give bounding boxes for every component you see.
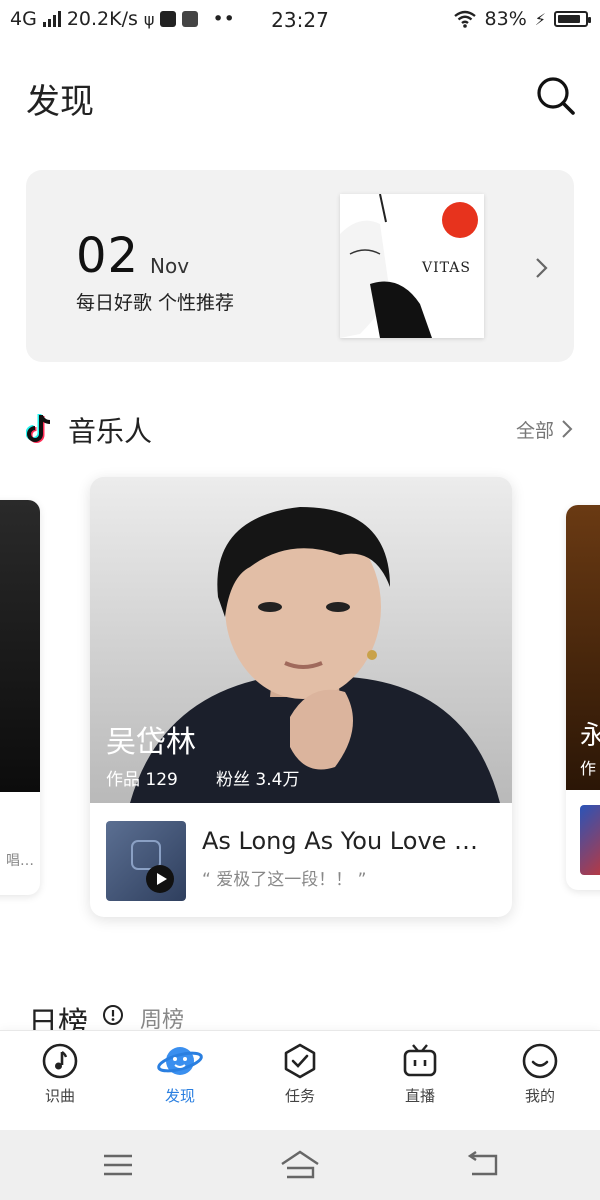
nav-item-me[interactable]: 我的 — [480, 1041, 600, 1131]
artist-works-count: 作品 129 — [106, 770, 178, 790]
musicians-section-header: 音乐人 全部 — [26, 410, 574, 450]
page-title: 发现 — [26, 82, 94, 122]
musicians-more-link[interactable]: 全部 — [516, 416, 554, 443]
search-icon — [537, 77, 575, 115]
home-icon[interactable] — [278, 1150, 322, 1180]
artist-prev-song-text: 唱… — [6, 853, 34, 869]
daily-month: Nov — [150, 254, 190, 278]
daily-subtitle: 每日好歌 个性推荐 — [76, 292, 235, 314]
artist-fans-count: 粉丝 3.4万 — [216, 770, 300, 790]
chevron-right-icon — [536, 258, 548, 278]
nav-label: 我的 — [524, 1087, 555, 1105]
tv-icon — [403, 1044, 437, 1077]
search-button[interactable] — [532, 72, 580, 120]
musicians-title: 音乐人 — [68, 415, 153, 448]
battery-icon — [554, 11, 591, 27]
nav-label: 发现 — [164, 1087, 195, 1105]
nav-label: 识曲 — [44, 1087, 75, 1105]
artist-name: 吴岱林 — [106, 725, 196, 760]
nav-label: 任务 — [284, 1087, 315, 1105]
artist-card[interactable]: 吴岱林 作品 129 粉丝 3.4万 As Long As You Love M… — [90, 477, 512, 917]
wifi-icon — [453, 10, 476, 28]
song-cover-art — [131, 840, 161, 870]
music-note-icon — [42, 1043, 78, 1079]
song-comment: “ 爱极了这一段！！ ” — [202, 870, 367, 890]
status-right: 83% ⚡ — [453, 8, 591, 30]
battery-percent: 83% — [484, 8, 527, 30]
artist-next-sub: 作 — [580, 759, 597, 778]
album-text: VITAS — [422, 260, 471, 276]
nav-item-identify[interactable]: 识曲 — [0, 1041, 120, 1131]
song-cover — [106, 821, 186, 901]
daily-recommend-card[interactable]: 02 Nov 每日好歌 个性推荐 VITAS — [26, 170, 574, 362]
bottom-nav: 识曲 发现 任务 直播 我的 — [0, 1030, 600, 1131]
shield-check-icon — [284, 1043, 316, 1079]
artist-card-next[interactable]: 永 作 — [566, 505, 600, 890]
nav-item-discover[interactable]: 发现 — [120, 1041, 240, 1131]
menu-icon[interactable] — [96, 1150, 140, 1180]
battery-fill — [558, 15, 580, 23]
artist-song-row[interactable]: As Long As You Love M… “ 爱极了这一段！！ ” — [90, 803, 512, 917]
album-badge — [442, 202, 478, 238]
artist-next-song-cover — [580, 805, 600, 875]
charging-icon: ⚡ — [534, 9, 546, 29]
artist-photo: 吴岱林 作品 129 粉丝 3.4万 — [90, 477, 512, 803]
smile-icon — [522, 1043, 558, 1079]
chevron-right-icon[interactable] — [560, 418, 574, 440]
daily-day: 02 — [76, 228, 140, 284]
nav-item-live[interactable]: 直播 — [360, 1041, 480, 1131]
system-navigation-bar — [0, 1130, 600, 1200]
nav-label: 直播 — [404, 1087, 435, 1105]
artist-card-prev[interactable]: 唱… — [0, 500, 40, 895]
artist-photo-prev — [0, 500, 40, 792]
back-icon[interactable] — [460, 1150, 504, 1180]
artist-next-name: 永 — [580, 721, 600, 751]
tiktok-logo-icon — [26, 414, 51, 443]
daily-album-cover: VITAS — [340, 194, 484, 338]
nav-item-tasks[interactable]: 任务 — [240, 1041, 360, 1131]
song-title: As Long As You Love M… — [202, 827, 498, 855]
info-icon[interactable] — [102, 1004, 124, 1026]
play-icon[interactable] — [146, 865, 174, 893]
status-bar: 4G 20.2K/s ψ •• 23:27 83% ⚡ — [0, 0, 600, 42]
planet-icon — [157, 1047, 203, 1075]
